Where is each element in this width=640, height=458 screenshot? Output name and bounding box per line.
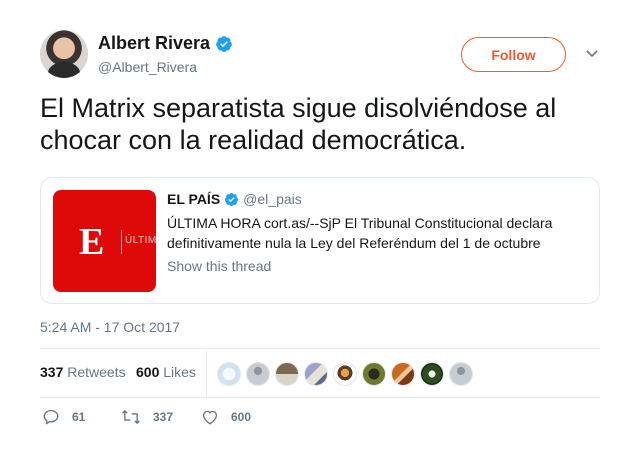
liker-avatar[interactable] [362, 362, 386, 386]
reply-button[interactable]: 61 [42, 408, 85, 426]
author-handle[interactable]: @Albert_Rivera [98, 59, 197, 75]
likes-label: Likes [163, 364, 196, 380]
author-name-row: Albert Rivera [98, 33, 233, 54]
retweets-stat[interactable]: 337 Retweets [40, 364, 126, 380]
quoted-author-name[interactable]: EL PAÍS [167, 191, 220, 207]
show-thread-link[interactable]: Show this thread [167, 258, 271, 274]
follow-button[interactable]: Follow [461, 37, 566, 72]
author-avatar[interactable] [40, 30, 88, 78]
stats-divider [206, 351, 207, 396]
likes-count: 600 [136, 364, 160, 380]
author-display-name[interactable]: Albert Rivera [98, 33, 210, 54]
quoted-tweet-text: ÚLTIMA HORA cort.as/--SjP El Tribunal Co… [167, 215, 553, 251]
liker-avatar[interactable] [333, 362, 357, 386]
liker-avatar[interactable] [217, 362, 241, 386]
retweet-button[interactable]: 337 [121, 408, 173, 426]
retweets-label: Retweets [67, 364, 126, 380]
tweet-actions: 61 337 600 [40, 408, 600, 428]
liker-avatar[interactable] [304, 362, 328, 386]
retweet-count: 337 [153, 410, 174, 424]
tweet-text: El Matrix separatista sigue disolviéndos… [40, 93, 557, 155]
reply-icon [43, 409, 59, 425]
el-pais-logo-text: ÚLTIM [125, 235, 156, 246]
heart-icon [202, 410, 218, 425]
likes-stat[interactable]: 600 Likes [136, 364, 196, 380]
el-pais-logo-letter: E [79, 221, 105, 263]
quoted-tweet-image[interactable]: E ÚLTIM [53, 190, 156, 292]
liker-avatar[interactable] [275, 362, 299, 386]
logo-divider [121, 230, 122, 254]
retweet-icon [122, 409, 140, 425]
liker-avatar[interactable] [246, 362, 270, 386]
verified-badge-icon [215, 35, 233, 53]
tweet-header: Albert Rivera @Albert_Rivera Follow [40, 30, 600, 80]
quoted-author-row: EL PAÍS @el_pais [167, 191, 302, 207]
quoted-tweet-card[interactable]: E ÚLTIM EL PAÍS @el_pais ÚLTIMA HORA cor… [40, 177, 600, 304]
reply-count: 61 [72, 410, 86, 424]
liker-avatars [217, 362, 478, 386]
quoted-author-handle[interactable]: @el_pais [243, 191, 302, 207]
verified-badge-icon [224, 192, 239, 207]
chevron-down-icon[interactable] [585, 46, 599, 60]
liker-avatar[interactable] [391, 362, 415, 386]
retweets-count: 337 [40, 364, 64, 380]
like-button[interactable]: 600 [201, 408, 251, 426]
tweet-stats: 337 Retweets 600 Likes [40, 348, 600, 398]
like-count: 600 [231, 410, 252, 424]
liker-avatar[interactable] [420, 362, 444, 386]
tweet-timestamp[interactable]: 5:24 AM - 17 Oct 2017 [40, 319, 180, 335]
liker-avatar[interactable] [449, 362, 473, 386]
